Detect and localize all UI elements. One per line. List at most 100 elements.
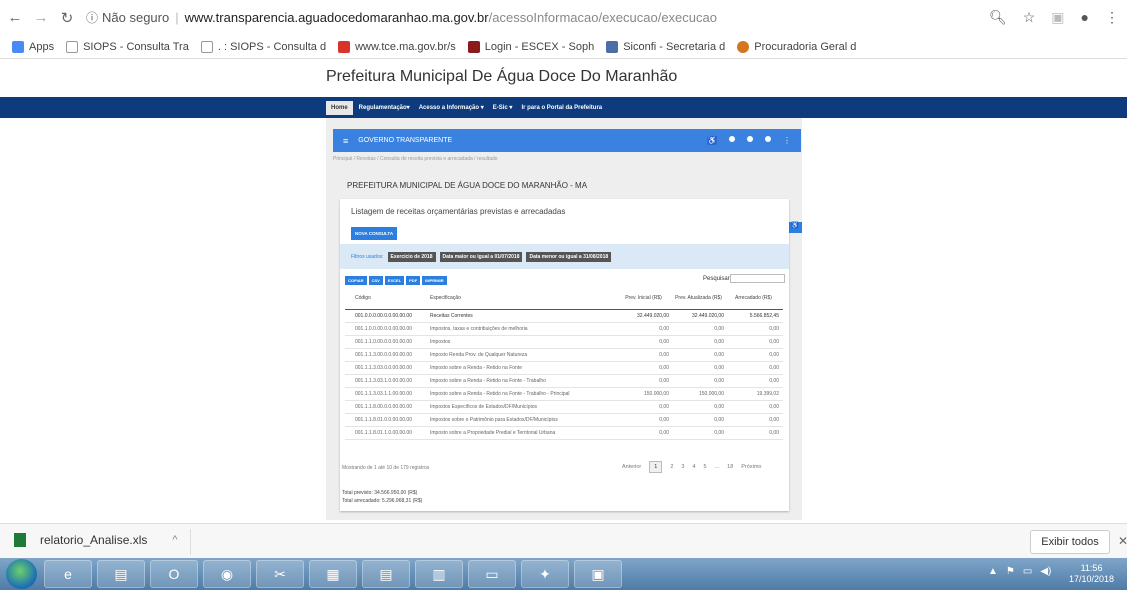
nav-regulamentacao[interactable]: Regulamentação▾	[359, 104, 410, 111]
pager-page[interactable]: 18	[727, 464, 733, 470]
zoom-icon[interactable]: 🔍︎	[989, 9, 1007, 26]
breadcrumb: Principal / Receitas / Consulta de recei…	[333, 156, 498, 162]
accessibility-icon[interactable]: ♿	[707, 136, 717, 145]
reload-icon[interactable]: ↻	[56, 9, 78, 27]
word-taskbar-icon[interactable]: ▤	[362, 560, 410, 588]
export-buttons: COPIAR CSV EXCEL PDF IMPRIMIR	[345, 276, 447, 285]
cell-arrecadado: 0,00	[728, 348, 783, 362]
accessibility-side-tab[interactable]: ♿	[788, 222, 802, 233]
info-icon[interactable]: ⓘ	[86, 9, 98, 26]
excel-taskbar-icon[interactable]: ▦	[309, 560, 357, 588]
cell-especificacao: Impostos Específicos de Estados/DF/Munic…	[420, 400, 618, 414]
nav-acesso-informacao[interactable]: Acesso a Informação ▾	[419, 104, 484, 111]
start-button[interactable]	[6, 559, 37, 589]
table-row: 001.1.1.8.01.1.0.00.00.00 Imposto sobre a…	[345, 426, 783, 440]
pager-page[interactable]: 5	[704, 464, 707, 470]
cell-arrecadado: 0,00	[728, 400, 783, 414]
cell-prev-inicial: 0,00	[618, 348, 673, 362]
folder-icon[interactable]: ▭	[468, 560, 516, 588]
pager-page[interactable]: 1	[649, 461, 663, 473]
font-decrease-icon[interactable]	[765, 136, 771, 142]
star-icon[interactable]: ☆	[1023, 9, 1036, 26]
show-all-button[interactable]: Exibir todos	[1030, 530, 1110, 554]
column-header-codigo[interactable]: Código	[345, 287, 420, 310]
cell-especificacao: Imposto Renda Prov. de Qualquer Natureza	[420, 348, 618, 362]
table-row: 001.1.0.0.00.0.0.00.00.00 Impostos, taxas…	[345, 322, 783, 336]
cell-arrecadado: 19.399,02	[728, 387, 783, 401]
pager-prev[interactable]: Anterior	[622, 464, 641, 470]
procuradoria-icon	[737, 40, 750, 53]
bookmark-siconfi[interactable]: Siconfi - Secretaria d	[606, 40, 725, 53]
cell-prev-inicial: 150.000,00	[618, 387, 673, 401]
close-icon[interactable]: ✕	[1118, 534, 1127, 548]
back-icon[interactable]: ←	[4, 9, 26, 26]
chevron-up-icon[interactable]: ^	[172, 534, 177, 546]
profile-icon[interactable]: ●	[1081, 9, 1089, 26]
explorer-icon[interactable]: ▤	[97, 560, 145, 588]
filter-chip: Data menor ou igual a 31/08/2018	[526, 251, 612, 262]
ie-icon[interactable]: e	[44, 560, 92, 588]
hamburger-icon[interactable]: ≡	[343, 136, 348, 146]
tools-icon[interactable]: ✂	[256, 560, 304, 588]
revenue-table: Código Especificação Prev. Inicial (R$) …	[345, 287, 783, 440]
chrome-icon[interactable]: ◉	[203, 560, 251, 588]
bookmark-escex[interactable]: Login - ESCEX - Soph	[467, 40, 594, 53]
more-icon[interactable]: ⋮	[783, 136, 791, 145]
column-header-prev-inicial[interactable]: Prev. Inicial (R$)	[618, 287, 673, 310]
outlook-icon[interactable]: O	[150, 560, 198, 588]
font-increase-icon[interactable]	[747, 136, 753, 142]
cell-arrecadado: 0,00	[728, 426, 783, 440]
bookmarks-bar: Apps SIOPS - Consulta Tra . : SIOPS - Co…	[0, 35, 1127, 59]
pdf-button[interactable]: PDF	[406, 276, 421, 285]
extension-icon[interactable]: ▣	[1051, 9, 1064, 26]
cell-codigo: 001.1.1.3.03.0.0.00.00.00	[345, 361, 420, 375]
network-icon[interactable]: ▭	[1023, 566, 1032, 577]
bookmark-procuradoria[interactable]: Procuradoria Geral d	[737, 40, 856, 53]
pager-next[interactable]: Próximo	[741, 464, 761, 470]
cell-arrecadado: 5.566.852,45	[728, 309, 783, 323]
table-row: 001.1.1.0.00.0.0.00.00.00 Impostos 0,00 0,0…	[345, 335, 783, 349]
flag-icon[interactable]: ⚑	[1006, 566, 1015, 577]
nav-portal-prefeitura[interactable]: Ir para o Portal da Prefeitura	[521, 105, 602, 111]
cell-prev-inicial: 0,00	[618, 361, 673, 375]
excel-button[interactable]: EXCEL	[384, 276, 405, 285]
cell-arrecadado: 0,00	[728, 361, 783, 375]
new-query-button[interactable]: NOVA CONSULTA	[351, 227, 398, 240]
clock[interactable]: 11:56 17/10/2018	[1069, 563, 1114, 585]
nav-esic[interactable]: E-Sic ▾	[493, 104, 513, 111]
bookmark-siops-2[interactable]: . : SIOPS - Consulta d	[200, 40, 326, 53]
cell-codigo: 001.1.1.3.03.1.1.00.00.00	[345, 387, 420, 401]
menu-icon[interactable]: ⋮	[1105, 9, 1119, 26]
card-heading: Listagem de receitas orçamentárias previ…	[351, 207, 566, 216]
search-input[interactable]	[730, 274, 785, 283]
bookmark-apps[interactable]: Apps	[12, 40, 54, 53]
nav-home[interactable]: Home	[326, 100, 353, 115]
copy-button[interactable]: COPIAR	[345, 276, 367, 285]
cell-codigo: 001.1.1.8.01.1.0.00.00.00	[345, 426, 420, 440]
volume-icon[interactable]: ◀)	[1040, 566, 1051, 577]
cell-prev-atualizada: 150.000,00	[673, 387, 728, 401]
column-header-especificacao[interactable]: Especificação	[420, 287, 618, 310]
document-icon[interactable]: ▣	[574, 560, 622, 588]
bookmark-tce[interactable]: www.tce.ma.gov.br/s	[338, 40, 456, 53]
url-bar[interactable]: ⓘ Não seguro | www.transparencia.aguadoc…	[86, 9, 717, 26]
top-navigation: Home Regulamentação▾ Acesso a Informação…	[0, 97, 1127, 118]
forward-icon[interactable]: →	[30, 9, 52, 26]
site-title: Prefeitura Municipal De Água Doce Do Mar…	[326, 68, 678, 85]
calculator-icon[interactable]: ▥	[415, 560, 463, 588]
pager-page[interactable]: 2	[670, 464, 673, 470]
download-item[interactable]: relatorio_Analise.xls ^	[14, 533, 178, 547]
url-path: /acessoInformacao/execucao/execucao	[488, 10, 717, 25]
column-header-prev-atualizada[interactable]: Prev. Atualizada (R$)	[673, 287, 728, 310]
pager-page[interactable]: 3	[681, 464, 684, 470]
cell-codigo: 001.1.1.0.00.0.0.00.00.00	[345, 335, 420, 349]
print-button[interactable]: IMPRIMIR	[422, 276, 447, 285]
pager-page[interactable]: 4	[692, 464, 695, 470]
app-icon[interactable]: ✦	[521, 560, 569, 588]
csv-button[interactable]: CSV	[368, 276, 383, 285]
bookmark-siops-1[interactable]: SIOPS - Consulta Tra	[66, 40, 189, 53]
column-header-arrecadado[interactable]: Arrecadado (R$)	[728, 287, 783, 310]
contrast-icon[interactable]	[729, 136, 735, 142]
tray-arrow-icon[interactable]: ▲	[988, 566, 998, 577]
cell-prev-atualizada: 0,00	[673, 413, 728, 427]
